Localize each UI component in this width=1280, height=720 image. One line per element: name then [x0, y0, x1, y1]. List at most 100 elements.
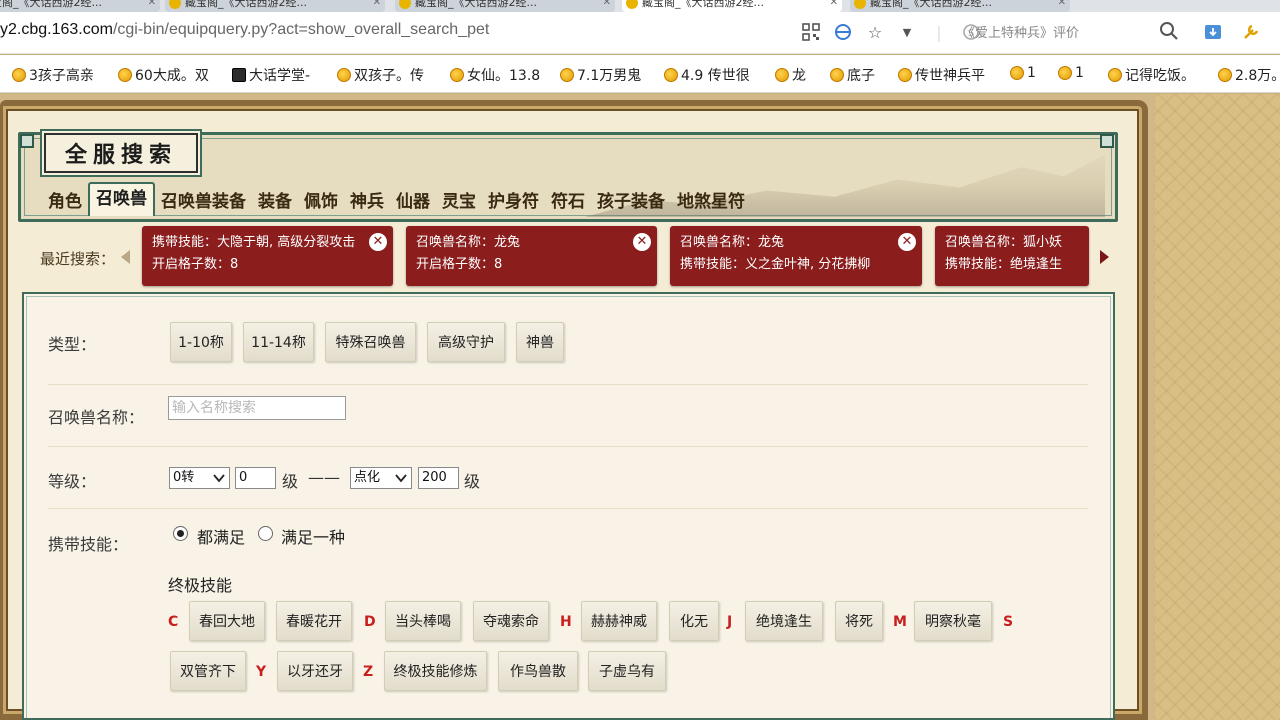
skill-button[interactable]: 将死	[835, 601, 883, 641]
bookmark-item[interactable]: 4.9 传世很	[664, 65, 750, 85]
close-tab-icon[interactable]: ✕	[373, 0, 381, 12]
tab-pet-equipment[interactable]: 召唤兽装备	[155, 188, 252, 216]
level-to-input[interactable]: 200	[418, 467, 459, 489]
search-hint[interactable]: 《爱上特种兵》评价	[962, 22, 1079, 41]
tab-amulet[interactable]: 护身符	[482, 188, 545, 216]
skill-button[interactable]: 绝境逢生	[745, 601, 823, 641]
type-button-11-14[interactable]: 11-14称	[243, 322, 314, 362]
pet-name-input[interactable]	[168, 396, 346, 420]
tab-rune-stone[interactable]: 符石	[545, 188, 591, 216]
tab-child-equipment[interactable]: 孩子装备	[591, 188, 671, 216]
radio-match-any-label[interactable]: 满足一种	[281, 524, 345, 548]
ornament-corner	[1100, 134, 1114, 148]
skill-button[interactable]: 双管齐下	[170, 651, 246, 691]
recent-search-card[interactable]: 召唤兽名称：狐小妖 携带技能：绝境逢生	[935, 226, 1089, 286]
tab-immortal-artifact[interactable]: 仙器	[390, 188, 436, 216]
close-tab-icon[interactable]: ✕	[603, 0, 611, 12]
browser-tab[interactable]: 藏宝阁_《大话西游2经...✕	[165, 0, 385, 12]
tools-extension-icon[interactable]	[1240, 21, 1262, 43]
bookmark-item[interactable]: 传世神兵平	[898, 65, 985, 85]
tab-accessory[interactable]: 佩饰	[298, 188, 344, 216]
browser-tab-active[interactable]: 藏宝阁_《大话西游2经... ✕	[622, 0, 842, 12]
skill-button[interactable]: 赫赫神威	[581, 601, 657, 641]
bookmark-favicon-icon	[775, 68, 789, 82]
close-icon[interactable]: ✕	[898, 233, 916, 251]
bookmark-item[interactable]: 龙	[775, 65, 806, 85]
divider	[48, 508, 1088, 509]
type-button-divine-beast[interactable]: 神兽	[516, 322, 564, 362]
bookmark-favicon-icon	[830, 68, 844, 82]
skill-button[interactable]: 作鸟兽散	[498, 651, 578, 691]
level-from-input[interactable]: 0	[235, 467, 276, 489]
skill-button[interactable]: 春回大地	[189, 601, 265, 641]
type-button-special[interactable]: 特殊召唤兽	[325, 322, 416, 362]
letter-index: D	[364, 614, 376, 630]
bookmark-item[interactable]: 大话学堂-	[232, 65, 310, 85]
bookmark-item[interactable]: 底子	[830, 65, 875, 85]
star-bookmark-icon[interactable]: ☆	[864, 21, 886, 43]
browser-tab-strip: 藏宝阁_《大话西游2经...✕ 藏宝阁_《大话西游2经...✕ 藏宝阁_《大话西…	[0, 0, 1280, 12]
chevron-down-icon[interactable]: ▼	[896, 21, 918, 43]
skill-button[interactable]: 夺魂索命	[473, 601, 549, 641]
bookmark-item[interactable]: 7.1万男鬼	[560, 65, 641, 85]
radio-match-all-label[interactable]: 都满足	[197, 524, 245, 548]
skill-button[interactable]: 化无	[669, 601, 719, 641]
skill-button[interactable]: 终极技能修炼	[384, 651, 487, 691]
bookmark-favicon-icon	[560, 68, 574, 82]
bookmark-favicon-icon	[1058, 66, 1072, 80]
tab-equipment[interactable]: 装备	[252, 188, 298, 216]
bookmark-item[interactable]: 女仙。13.8	[450, 65, 540, 85]
level-to-select[interactable]: 点化	[350, 467, 412, 489]
recent-search-card[interactable]: 携带技能：大隐于朝, 高级分裂攻击 开启格子数：8 ✕	[142, 226, 393, 286]
close-icon[interactable]: ✕	[369, 233, 387, 251]
recent-search-card[interactable]: 召唤兽名称：龙兔 携带技能：义之金叶神, 分花拂柳 ✕	[670, 226, 922, 286]
type-button-guardian[interactable]: 高级守护	[427, 322, 505, 362]
browser-tab[interactable]: 藏宝阁_《大话西游2经...✕	[0, 0, 160, 12]
bookmark-item[interactable]: 3孩子高亲	[12, 65, 94, 85]
browser-tab[interactable]: 藏宝阁_《大话西游2经...✕	[850, 0, 1070, 12]
url-text[interactable]: y2.cbg.163.com/cgi-bin/equipquery.py?act…	[0, 21, 489, 39]
skill-button[interactable]: 当头棒喝	[385, 601, 461, 641]
browser-tab[interactable]: 藏宝阁_《大话西游2经...✕	[395, 0, 615, 12]
skill-button[interactable]: 子虚乌有	[588, 651, 666, 691]
qr-code-icon[interactable]	[800, 21, 822, 43]
tab-star-talisman[interactable]: 地煞星符	[671, 188, 751, 216]
type-button-1-10[interactable]: 1-10称	[170, 322, 232, 362]
download-extension-icon[interactable]	[1202, 21, 1224, 43]
bookmark-item[interactable]: 双孩子。传	[337, 65, 424, 85]
tab-pet[interactable]: 召唤兽	[88, 182, 155, 216]
search-icon[interactable]	[1158, 20, 1180, 42]
recent-search-card[interactable]: 召唤兽名称：龙兔 开启格子数：8 ✕	[406, 226, 657, 286]
divider	[48, 446, 1088, 447]
bookmarks-bar: 3孩子高亲 60大成。双 大话学堂- 双孩子。传 女仙。13.8 7.1万男鬼 …	[0, 55, 1280, 93]
close-icon[interactable]: ✕	[633, 233, 651, 251]
skill-button[interactable]: 以牙还牙	[277, 651, 353, 691]
bookmark-item[interactable]: 2.8万。	[1218, 65, 1280, 85]
level-label: 等级：	[48, 472, 97, 491]
pet-name-label: 召唤兽名称：	[48, 408, 145, 427]
level-from-select[interactable]: 0转	[169, 467, 230, 489]
close-tab-icon[interactable]: ✕	[830, 0, 838, 12]
bookmark-item[interactable]: 记得吃饭。	[1108, 65, 1195, 85]
site-favicon-icon	[399, 0, 411, 9]
radio-match-all[interactable]	[173, 526, 188, 541]
tab-divine-weapon[interactable]: 神兵	[344, 188, 390, 216]
skill-button[interactable]: 春暖花开	[276, 601, 352, 641]
close-tab-icon[interactable]: ✕	[1058, 0, 1066, 12]
ultimate-skills-title: 终极技能	[168, 576, 233, 595]
letter-index: H	[560, 614, 572, 630]
bookmark-item[interactable]: 1	[1058, 65, 1084, 81]
bookmark-item[interactable]: 60大成。双	[118, 65, 209, 85]
ie-compat-icon[interactable]	[832, 21, 854, 43]
close-tab-icon[interactable]: ✕	[148, 0, 156, 12]
bookmark-item[interactable]: 1	[1010, 65, 1036, 81]
address-bar[interactable]: y2.cbg.163.com/cgi-bin/equipquery.py?act…	[0, 12, 1280, 54]
skill-button[interactable]: 明察秋毫	[914, 601, 992, 641]
site-favicon-icon	[854, 0, 866, 9]
tab-role[interactable]: 角色	[42, 188, 88, 216]
scroll-right-icon[interactable]	[1100, 250, 1109, 264]
tab-spirit-treasure[interactable]: 灵宝	[436, 188, 482, 216]
page-title: 全服搜索	[64, 142, 177, 168]
scroll-left-icon[interactable]	[121, 250, 130, 264]
radio-match-any[interactable]	[258, 526, 273, 541]
